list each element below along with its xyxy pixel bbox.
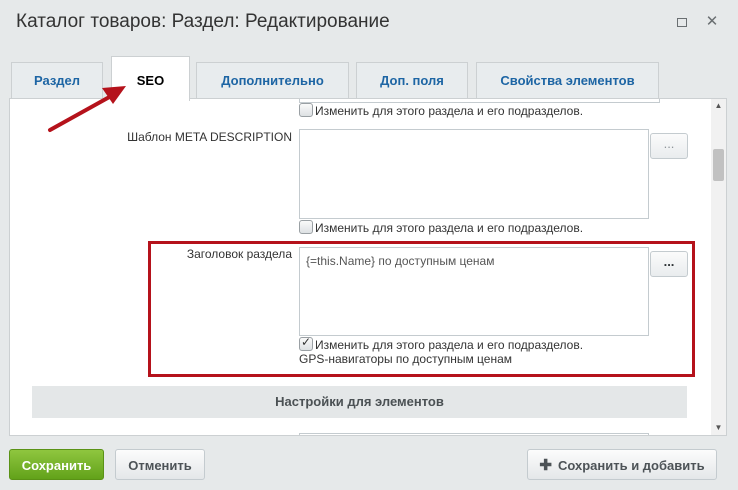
save-button[interactable]: Сохранить: [9, 449, 104, 480]
tab-extra-fields[interactable]: Доп. поля: [356, 62, 468, 98]
scroll-down-icon[interactable]: ▼: [711, 421, 726, 435]
meta-description-subsections-label: Изменить для этого раздела и его подразд…: [315, 221, 584, 235]
meta-description-textarea[interactable]: [299, 129, 649, 219]
tab-additional[interactable]: Дополнительно: [196, 62, 349, 98]
tab-section[interactable]: Раздел: [11, 62, 103, 98]
scroll-thumb[interactable]: [713, 149, 724, 181]
top-change-subsections-label: Изменить для этого раздела и его подразд…: [315, 104, 584, 118]
save-and-add-label: Сохранить и добавить: [557, 458, 705, 473]
elements-settings-header: Настройки для элементов: [32, 386, 687, 418]
next-textarea[interactable]: [299, 433, 649, 435]
meta-description-subsections-row: Изменить для этого раздела и его подразд…: [299, 220, 583, 235]
top-change-subsections-checkbox[interactable]: [299, 103, 313, 117]
plus-icon: ✚: [539, 457, 552, 474]
seo-panel: Изменить для этого раздела и его подразд…: [9, 98, 727, 436]
meta-description-label: Шаблон META DESCRIPTION: [127, 130, 292, 144]
cancel-button[interactable]: Отменить: [115, 449, 205, 480]
close-icon[interactable]: ✕: [704, 14, 720, 30]
annotation-highlight-box: [148, 241, 695, 377]
meta-description-insert-button[interactable]: ...: [650, 133, 688, 159]
tab-element-properties[interactable]: Свойства элементов: [476, 62, 659, 98]
window-title: Каталог товаров: Раздел: Редактирование: [16, 11, 390, 32]
save-and-add-button[interactable]: ✚ Сохранить и добавить: [527, 449, 717, 480]
maximize-icon[interactable]: [674, 14, 690, 30]
scroll-up-icon[interactable]: ▲: [711, 99, 726, 113]
window-titlebar: Каталог товаров: Раздел: Редактирование …: [0, 0, 738, 44]
panel-scrollbar[interactable]: ▲ ▼: [711, 99, 726, 435]
meta-description-subsections-checkbox[interactable]: [299, 220, 313, 234]
tab-seo[interactable]: SEO: [111, 56, 190, 101]
top-change-subsections-row: Изменить для этого раздела и его подразд…: [299, 103, 583, 118]
